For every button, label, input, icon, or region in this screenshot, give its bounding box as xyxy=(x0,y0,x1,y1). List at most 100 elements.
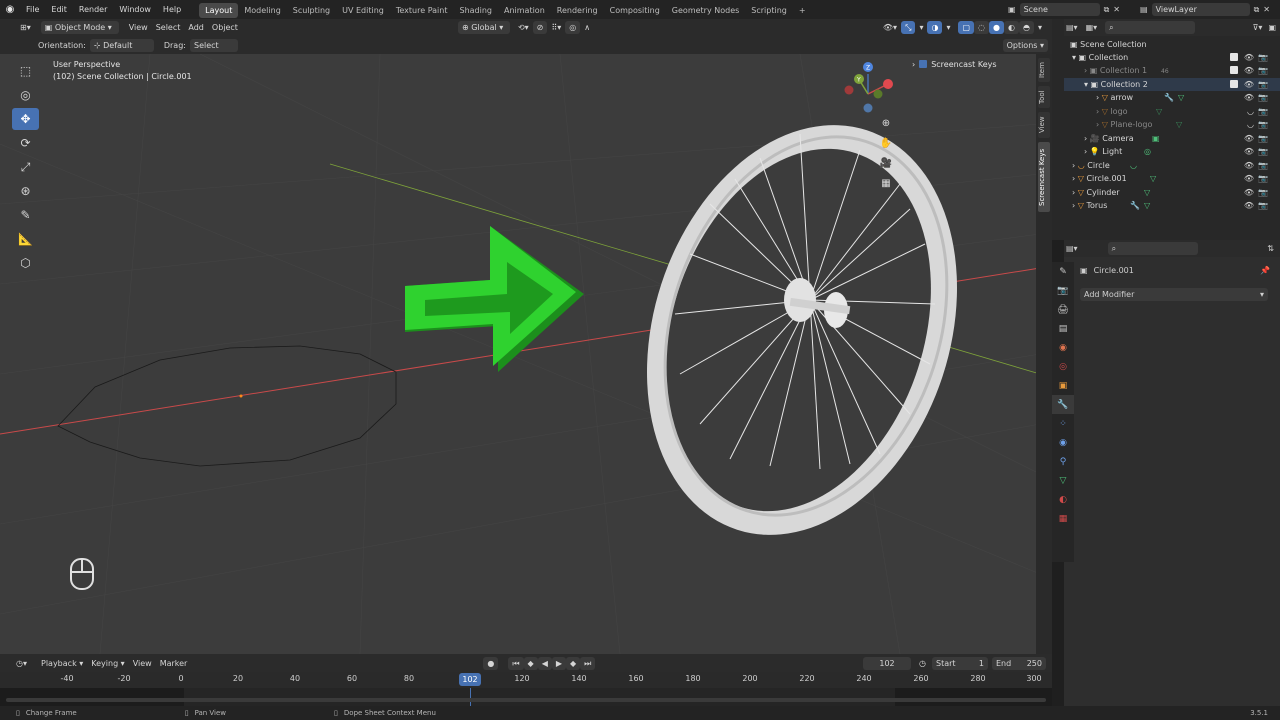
shading-dropdown-icon[interactable]: ▾ xyxy=(1034,21,1046,34)
menu-select[interactable]: Select xyxy=(152,21,185,34)
record-icon[interactable]: ● xyxy=(483,656,499,670)
eye-icon[interactable]: 👁 xyxy=(1244,51,1254,64)
hidden-icon[interactable]: ◡ xyxy=(1247,118,1254,131)
solid-shading-icon[interactable]: ● xyxy=(989,21,1005,34)
circle-object[interactable] xyxy=(57,345,397,467)
eye-icon[interactable]: 👁 xyxy=(1244,159,1254,172)
copy-icon[interactable]: ⧉ xyxy=(1254,5,1260,15)
eye-icon[interactable]: 👁 xyxy=(1244,199,1254,212)
options-button[interactable]: Options ▾ xyxy=(1002,38,1048,52)
camera-icon[interactable]: 📷 xyxy=(1258,51,1268,64)
visibility-icon[interactable]: 👁▾ xyxy=(879,21,901,34)
gizmo-dropdown-icon[interactable]: ▾ xyxy=(915,21,927,34)
screencast-keys-panel[interactable]: › Screencast Keys xyxy=(912,58,1032,70)
falloff-icon[interactable]: ∧ xyxy=(580,21,594,34)
menu-file[interactable]: File xyxy=(20,0,45,19)
menu-playback[interactable]: Playback ▾ xyxy=(37,657,87,670)
menu-keying[interactable]: Keying ▾ xyxy=(87,657,128,670)
chevron-right-icon[interactable]: › xyxy=(912,60,915,69)
tab-texture-paint[interactable]: Texture Paint xyxy=(390,3,454,18)
rendered-shading-icon[interactable]: ◓ xyxy=(1019,21,1034,34)
outliner-row-circle-001[interactable]: › ▽ Circle.001 ▽ 👁 📷 xyxy=(1064,172,1280,185)
arrow-object[interactable] xyxy=(405,226,584,372)
tab-tool[interactable]: Tool xyxy=(1038,86,1050,108)
next-keyframe-icon[interactable]: ◆ xyxy=(566,656,581,670)
drag-dropdown[interactable]: Select Box ▾ xyxy=(189,38,238,63)
preview-range-icon[interactable]: ◷ xyxy=(915,657,930,670)
play-icon[interactable]: ▶ xyxy=(551,656,566,670)
hidden-icon[interactable]: ◡ xyxy=(1247,105,1254,118)
object-props-icon[interactable]: ▣ xyxy=(1052,376,1074,395)
camera-icon[interactable]: 📷 xyxy=(1258,186,1268,199)
include-checkbox[interactable] xyxy=(1230,53,1238,61)
outliner-row-plane-logo[interactable]: › ▽ Plane-logo ▽ ◡ 📷 xyxy=(1064,118,1280,131)
tab-shading[interactable]: Shading xyxy=(453,3,498,18)
outliner-row-scene-collection[interactable]: ▣ Scene Collection xyxy=(1064,38,1280,51)
measure-icon[interactable]: 📐 xyxy=(12,228,39,250)
modifier-props-icon[interactable]: 🔧 xyxy=(1052,395,1074,414)
zoom-icon[interactable]: ⊕ xyxy=(876,118,896,138)
timeline-editor-icon[interactable]: ◷▾ xyxy=(12,657,31,670)
view-layer-field[interactable]: ViewLayer xyxy=(1151,3,1250,16)
view-layer-props-icon[interactable]: ▤ xyxy=(1052,319,1074,338)
world-props-icon[interactable]: ◎ xyxy=(1052,357,1074,376)
playhead-handle[interactable]: 102 xyxy=(459,673,481,686)
expand-icon[interactable]: ⇅ xyxy=(1267,244,1274,253)
material-shading-icon[interactable]: ◐ xyxy=(1004,21,1019,34)
outliner-row-cylinder[interactable]: › ▽ Cylinder ▽ 👁 📷 xyxy=(1064,186,1280,199)
move-icon[interactable]: ✥ xyxy=(12,108,39,130)
particles-props-icon[interactable]: ⁘ xyxy=(1052,414,1074,433)
cursor-icon[interactable]: ◎ xyxy=(12,84,39,106)
physics-props-icon[interactable]: ◉ xyxy=(1052,433,1074,452)
tab-sculpting[interactable]: Sculpting xyxy=(287,3,336,18)
constraints-props-icon[interactable]: ⚲ xyxy=(1052,452,1074,471)
close-icon[interactable]: ✕ xyxy=(1263,5,1270,14)
wheel-object[interactable] xyxy=(596,85,1007,576)
menu-marker[interactable]: Marker xyxy=(156,657,192,670)
jump-start-icon[interactable]: ⏮ xyxy=(508,656,524,670)
menu-timeline-view[interactable]: View xyxy=(129,657,156,670)
outliner-row-logo[interactable]: › ▽ logo ▽ ◡ 📷 xyxy=(1064,105,1280,118)
proportional-edit-icon[interactable]: ◎ xyxy=(565,21,581,34)
pan-hand-icon[interactable]: ✋ xyxy=(876,138,896,158)
outliner-row-circle[interactable]: › ◡ Circle ◡ 👁 📷 xyxy=(1064,159,1280,172)
camera-icon[interactable]: 📷 xyxy=(1258,91,1268,104)
tab-geometry-nodes[interactable]: Geometry Nodes xyxy=(666,3,745,18)
menu-object[interactable]: Object xyxy=(208,21,242,34)
close-icon[interactable]: ✕ xyxy=(1113,5,1120,14)
add-workspace-button[interactable]: + xyxy=(793,3,812,18)
snap-settings-icon[interactable]: ⠿▾ xyxy=(547,21,565,34)
jump-end-icon[interactable]: ⏭ xyxy=(580,656,596,670)
tool-props-icon[interactable]: ✎ xyxy=(1052,262,1074,281)
properties-editor-icon[interactable]: ▤▾ xyxy=(1066,244,1078,253)
outliner-row-arrow[interactable]: › ▽ arrow 🔧 ▽ 👁 📷 xyxy=(1064,91,1280,104)
scene-selector[interactable]: ▣ Scene ⧉ ✕ xyxy=(1008,2,1120,17)
tab-item[interactable]: Item xyxy=(1038,58,1050,82)
camera-icon[interactable]: 📷 xyxy=(1258,64,1268,77)
tab-modeling[interactable]: Modeling xyxy=(238,3,286,18)
eye-icon[interactable]: 👁 xyxy=(1244,145,1254,158)
tab-screencast-keys[interactable]: Screencast Keys xyxy=(1038,142,1050,212)
camera-icon[interactable]: 📷 xyxy=(1258,132,1268,145)
timeline-scrollbar[interactable] xyxy=(6,698,1046,702)
output-props-icon[interactable]: 🖨 xyxy=(1052,300,1074,319)
eye-icon[interactable]: 👁 xyxy=(1244,186,1254,199)
tab-rendering[interactable]: Rendering xyxy=(551,3,604,18)
3d-viewport[interactable]: Z Y User Perspective (102) Scene Collect… xyxy=(0,54,1040,654)
eye-icon[interactable]: 👁 xyxy=(1244,78,1254,91)
outliner-row-light[interactable]: › 💡 Light ◎ 👁 📷 xyxy=(1064,145,1280,158)
prev-keyframe-icon[interactable]: ◆ xyxy=(523,656,538,670)
eye-icon[interactable]: 👁 xyxy=(1244,64,1254,77)
snap-icon[interactable]: ⊘ xyxy=(532,21,548,34)
perspective-grid-icon[interactable]: ▦ xyxy=(876,178,896,198)
editor-type-icon[interactable]: ⊞▾ xyxy=(16,21,35,34)
add-modifier-button[interactable]: Add Modifier ▾ xyxy=(1080,288,1268,301)
pin-icon[interactable]: 📌 xyxy=(1260,266,1270,275)
camera-icon[interactable]: 📷 xyxy=(1258,145,1268,158)
transform-orientation-dropdown[interactable]: ⊕ Global ▾ xyxy=(457,21,510,34)
rotate-icon[interactable]: ⟳ xyxy=(12,132,39,154)
camera-view-icon[interactable]: 🎥 xyxy=(876,158,896,178)
orientation-dropdown[interactable]: ⊹ Default xyxy=(89,38,154,52)
outliner-search-input[interactable]: ⌕ xyxy=(1105,21,1196,34)
select-box-icon[interactable]: ⬚ xyxy=(12,60,39,82)
